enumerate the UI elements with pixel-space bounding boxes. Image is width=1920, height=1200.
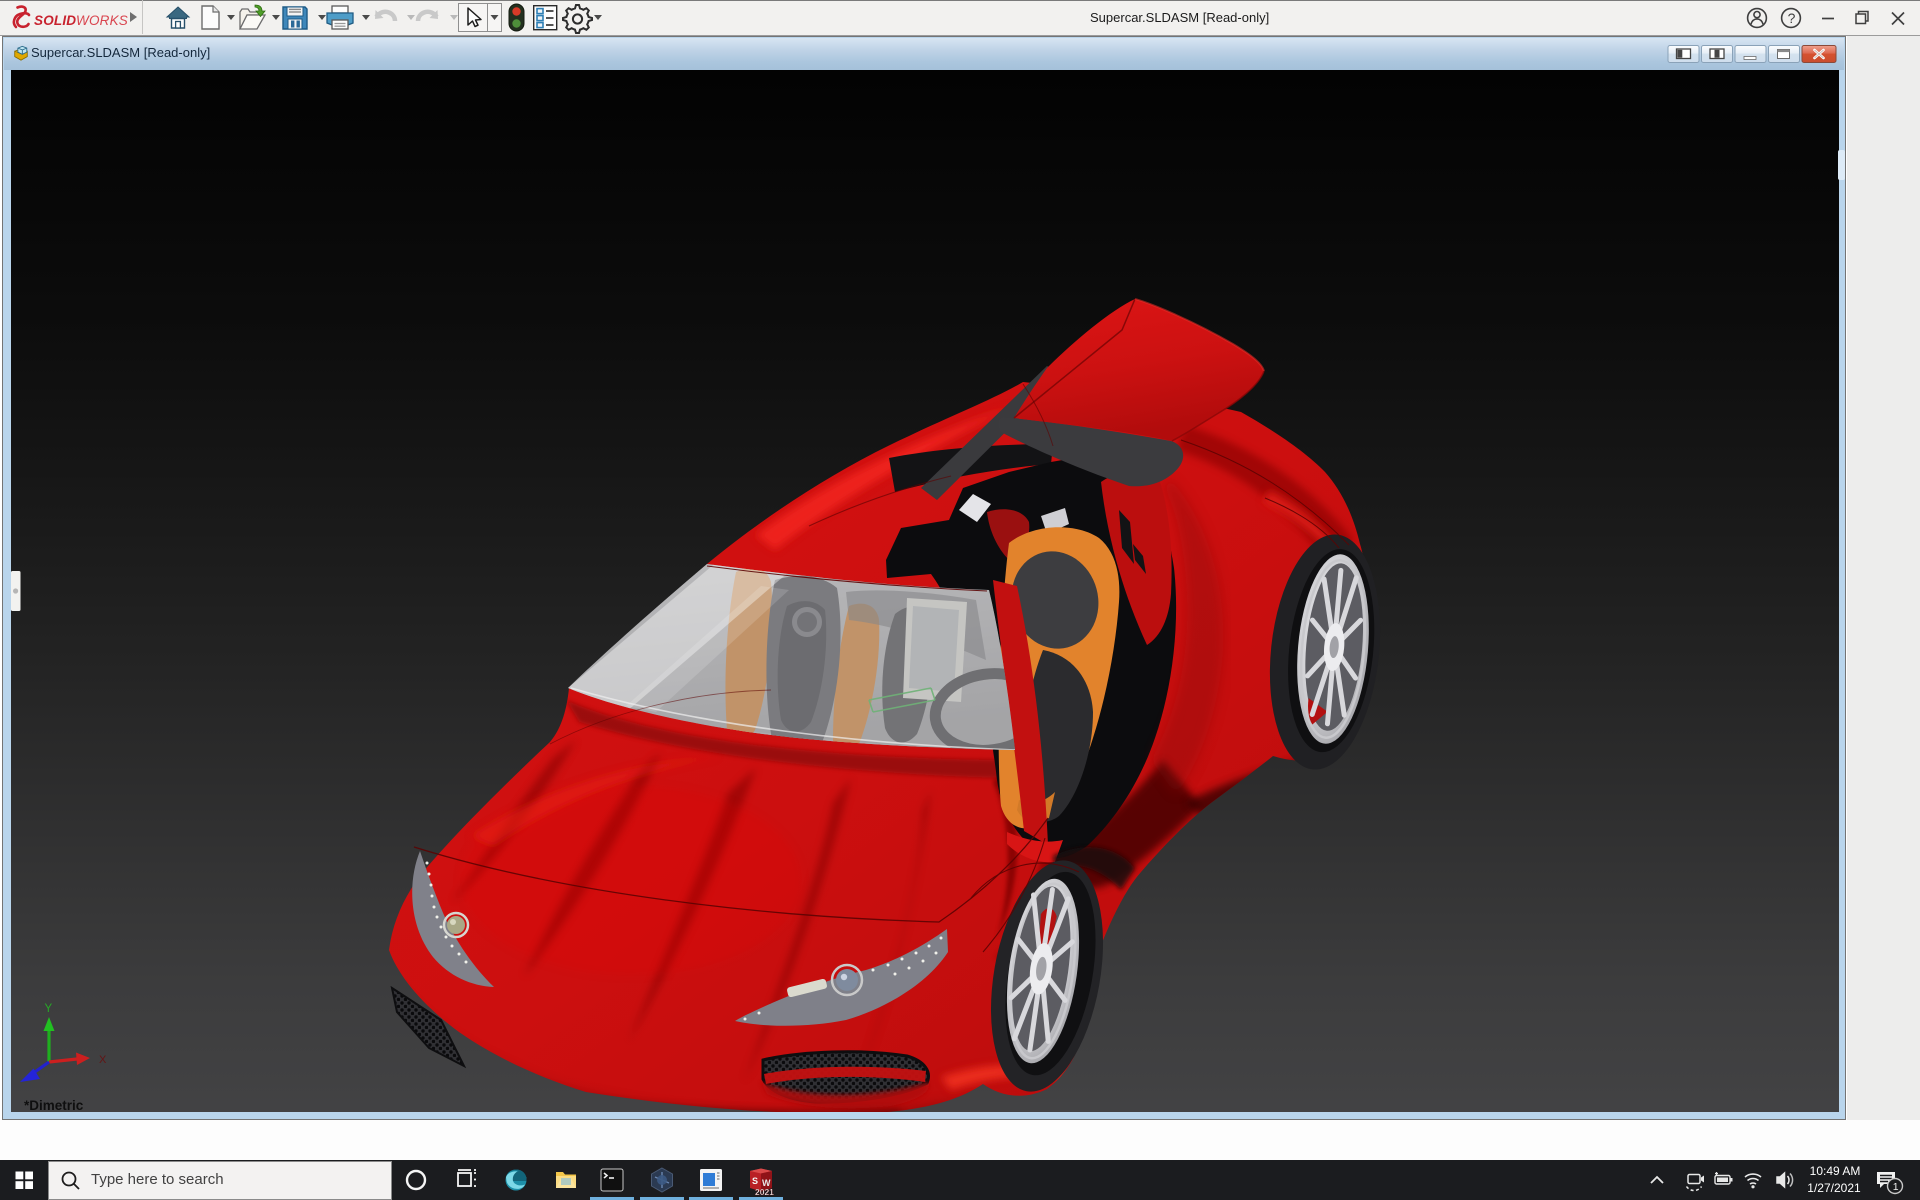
svg-text:2021: 2021 [755,1187,774,1197]
svg-text:X: X [99,1054,107,1066]
svg-text:WORKS: WORKS [76,13,128,28]
svg-text:1: 1 [1893,1181,1899,1193]
svg-text:S: S [752,1176,758,1186]
svg-text:Y: Y [45,1003,53,1015]
svg-text:*Dimetric: *Dimetric [24,1098,84,1112]
svg-text:SOLID: SOLID [34,13,76,28]
svg-text:?: ? [1788,10,1796,26]
